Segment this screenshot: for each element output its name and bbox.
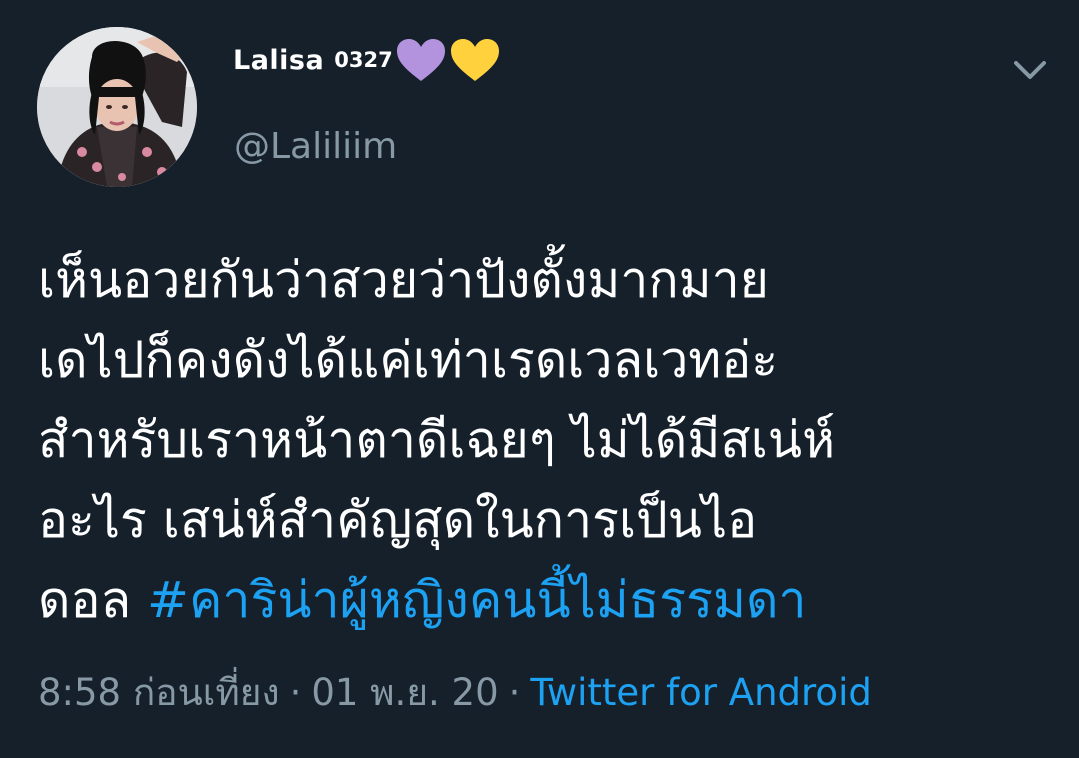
separator: · — [508, 671, 521, 714]
tweet-meta: 8:58 ก่อนเที่ยง · 01 พ.ย. 20 · Twitter for A… — [38, 664, 872, 722]
tweet-text-line: เดไปก็คงดังได้แค่เท่าเรดเวลเวทอ่ะ — [38, 331, 779, 389]
avatar-image — [37, 27, 197, 187]
separator: · — [289, 671, 302, 714]
tweet-text-line: ดอล #คาริน่าผู้หญิงคนนี้ไม่ธรรมดา — [38, 560, 1048, 640]
tweet-text-segment: ดอล — [38, 571, 148, 629]
tweet-text-line: อะไร เสน่ห์สำคัญสุดในการเป็นไอ — [38, 491, 758, 549]
purple-heart-icon — [395, 37, 447, 83]
chevron-down-icon[interactable] — [1010, 55, 1050, 85]
user-handle[interactable]: @Laliliim — [234, 126, 397, 167]
tweet-source-link[interactable]: Twitter for Android — [530, 671, 871, 714]
avatar[interactable] — [37, 27, 197, 187]
display-name[interactable]: Lalisa 0327 — [233, 38, 501, 82]
tweet-text: เห็นอวยกันว่าสวยว่าปังตั้งมากมาย เดไปก็ค… — [38, 240, 1048, 640]
yellow-heart-icon — [449, 37, 501, 83]
tweet-text-line: เห็นอวยกันว่าสวยว่าปังตั้งมากมาย — [38, 251, 769, 309]
hashtag-link[interactable]: #คาริน่าผู้หญิงคนนี้ไม่ธรรมดา — [147, 571, 806, 629]
tweet-date: 01 พ.ย. 20 — [311, 671, 499, 714]
tweet-time: 8:58 ก่อนเที่ยง — [38, 671, 280, 714]
tweet-detail: Lalisa 0327 @Laliliim เห็นอวยกันว่าสวยว่… — [0, 0, 1079, 758]
display-name-text: Lalisa — [233, 44, 325, 76]
tweet-text-line: สำหรับเราหน้าตาดีเฉยๆ ไม่ได้มีสเน่ห์ — [38, 411, 836, 469]
display-name-suffix: 0327 — [334, 48, 393, 72]
